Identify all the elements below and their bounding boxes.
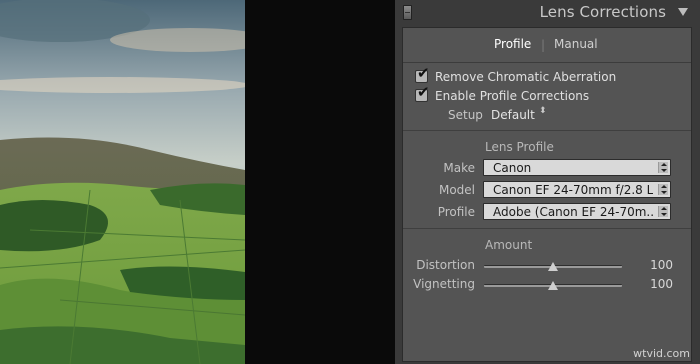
model-label: Model: [438, 183, 475, 197]
remove-chromatic-aberration-checkbox[interactable]: ✔: [415, 66, 430, 83]
enable-profile-corrections-checkbox[interactable]: ✔: [415, 85, 430, 102]
section-divider: [403, 228, 691, 229]
tab-profile[interactable]: Profile: [494, 37, 531, 51]
distortion-slider[interactable]: [484, 262, 622, 271]
tab-separator: |: [541, 38, 546, 52]
select-arrows-icon: [658, 206, 668, 217]
panel-title: Lens Corrections: [539, 3, 666, 21]
tab-divider: [403, 62, 691, 63]
profile-label: Profile: [437, 205, 475, 219]
setup-dropdown[interactable]: Default: [491, 108, 535, 122]
landscape-image: [0, 0, 245, 364]
lens-profile-heading: Lens Profile: [485, 140, 554, 154]
vignetting-label: Vignetting: [413, 277, 475, 291]
vignetting-value[interactable]: 100: [637, 277, 673, 291]
panel-toggle-switch[interactable]: [403, 5, 412, 20]
amount-heading: Amount: [485, 238, 533, 252]
select-arrows-icon: [658, 184, 668, 195]
watermark: wtvid.com: [633, 347, 690, 360]
tab-manual[interactable]: Manual: [554, 37, 598, 51]
remove-chromatic-aberration-label[interactable]: Remove Chromatic Aberration: [435, 70, 616, 84]
distortion-label: Distortion: [416, 258, 475, 272]
setup-stepper-icon[interactable]: ⬍: [539, 107, 547, 116]
panel-header[interactable]: Lens Corrections: [395, 0, 700, 26]
setup-label: Setup: [448, 108, 483, 122]
vignetting-slider-thumb[interactable]: [548, 281, 558, 290]
select-arrows-icon: [658, 162, 668, 173]
model-value: Canon EF 24-70mm f/2.8 L...: [493, 183, 653, 197]
vignetting-slider[interactable]: [484, 281, 622, 290]
profile-value: Adobe (Canon EF 24-70m...: [493, 205, 653, 219]
canvas-background: [245, 0, 395, 364]
photo-preview: [0, 0, 245, 364]
profile-select[interactable]: Adobe (Canon EF 24-70m...: [483, 203, 671, 220]
checkmark-icon: ✔: [417, 83, 430, 101]
checkmark-icon: ✔: [417, 64, 430, 82]
make-select[interactable]: Canon: [483, 159, 671, 176]
make-label: Make: [443, 161, 475, 175]
collapse-triangle-icon[interactable]: [678, 8, 688, 16]
distortion-value[interactable]: 100: [637, 258, 673, 272]
section-divider: [403, 130, 691, 131]
lens-corrections-panel: Lens Corrections Profile | Manual ✔ Remo…: [395, 0, 700, 364]
model-select[interactable]: Canon EF 24-70mm f/2.8 L...: [483, 181, 671, 198]
panel-content: Profile | Manual ✔ Remove Chromatic Aber…: [402, 27, 692, 362]
distortion-slider-thumb[interactable]: [548, 262, 558, 271]
enable-profile-corrections-label[interactable]: Enable Profile Corrections: [435, 89, 589, 103]
make-value: Canon: [493, 161, 532, 175]
